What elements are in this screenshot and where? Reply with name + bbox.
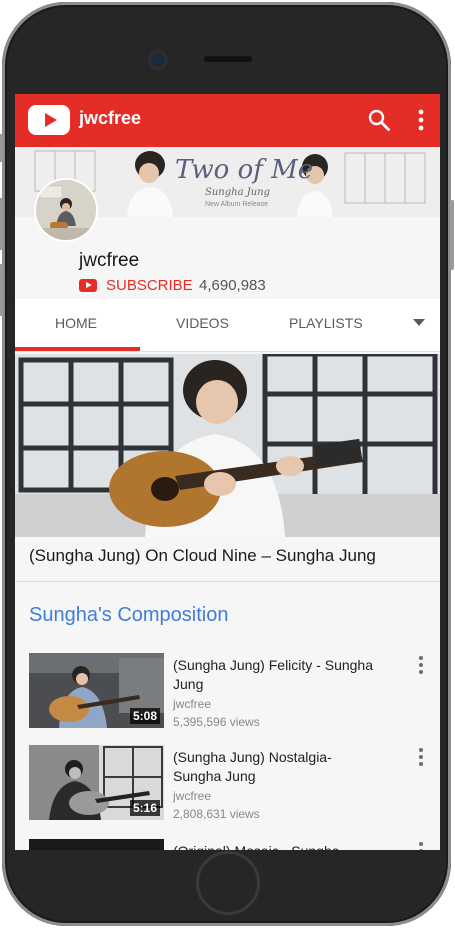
channel-name: jwcfree <box>79 250 140 271</box>
video-channel: jwcfree <box>173 697 212 711</box>
subscribe-button[interactable]: SUBSCRIBE <box>106 277 193 294</box>
power-button <box>450 200 454 270</box>
tab-videos[interactable]: VIDEOS <box>176 315 229 331</box>
channel-tabs: HOME VIDEOS PLAYLISTS <box>15 299 440 352</box>
mute-switch <box>0 134 3 162</box>
youtube-logo-icon[interactable] <box>28 105 70 135</box>
video-duration: 5:08 <box>129 708 160 724</box>
banner-title: Two of Me <box>175 155 314 185</box>
volume-up-button <box>0 198 3 250</box>
home-button[interactable] <box>196 851 260 915</box>
video-channel: jwcfree <box>173 789 212 803</box>
more-vert-icon[interactable] <box>417 841 425 850</box>
front-camera <box>151 53 165 67</box>
channel-avatar[interactable] <box>34 178 98 242</box>
active-tab-indicator <box>15 347 140 351</box>
screen: jwcfree Two of Me Sungha Jung New Album … <box>15 94 440 850</box>
list-item[interactable]: (Original) Mosaic - Sungha <box>15 839 440 850</box>
video-thumbnail[interactable] <box>29 839 164 850</box>
video-thumbnail[interactable]: 5:16 <box>29 745 164 820</box>
chevron-down-icon[interactable] <box>413 319 425 326</box>
list-item[interactable]: 5:16 (Sungha Jung) Nostalgia- Sungha Jun… <box>15 745 440 835</box>
video-title[interactable]: (Sungha Jung) Felicity - Sungha Jung <box>173 656 373 694</box>
featured-video-thumbnail[interactable] <box>15 354 440 537</box>
divider <box>15 581 440 582</box>
app-bar: jwcfree <box>15 94 440 147</box>
volume-down-button <box>0 264 3 316</box>
list-item[interactable]: 5:08 (Sungha Jung) Felicity - Sungha Jun… <box>15 653 440 743</box>
subscriber-count: 4,690,983 <box>199 277 266 294</box>
featured-video-title[interactable]: (Sungha Jung) On Cloud Nine – Sungha Jun… <box>29 546 376 566</box>
more-vert-icon[interactable] <box>417 747 425 767</box>
banner-tag: New Album Release <box>205 201 269 208</box>
video-duration: 5:16 <box>129 800 160 816</box>
video-views: 5,395,596 views <box>173 715 260 729</box>
tab-home[interactable]: HOME <box>55 315 97 331</box>
video-thumbnail[interactable]: 5:08 <box>29 653 164 728</box>
video-views: 2,808,631 views <box>173 807 260 821</box>
app-title: jwcfree <box>79 108 142 128</box>
subscribe-icon[interactable] <box>79 279 97 292</box>
tab-playlists[interactable]: PLAYLISTS <box>289 315 363 331</box>
more-vert-icon[interactable] <box>417 655 425 675</box>
section-title[interactable]: Sungha's Composition <box>29 604 229 627</box>
search-icon[interactable] <box>367 108 391 132</box>
more-vert-icon[interactable] <box>413 108 429 132</box>
banner-subtitle: Sungha Jung <box>205 187 271 198</box>
earpiece-speaker <box>204 56 252 62</box>
video-title[interactable]: (Sungha Jung) Nostalgia- Sungha Jung <box>173 748 373 786</box>
video-title[interactable]: (Original) Mosaic - Sungha <box>173 842 373 850</box>
